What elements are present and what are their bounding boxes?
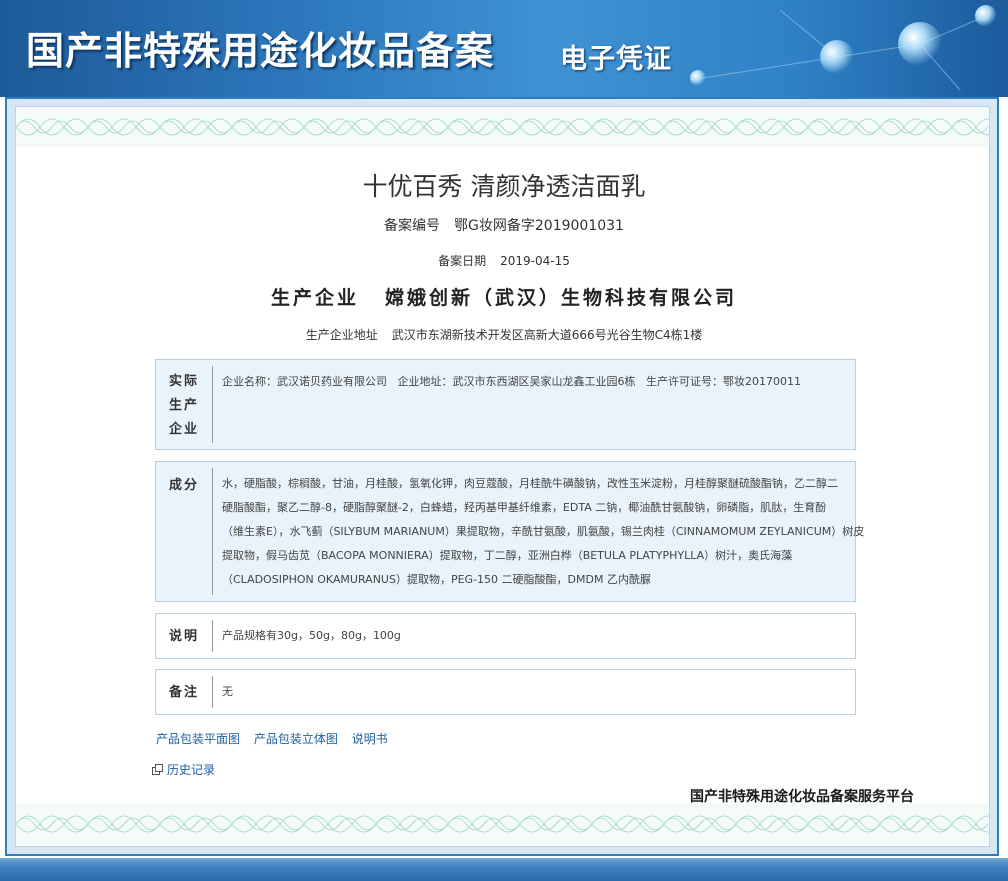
- guilloche-border-top: [16, 107, 989, 147]
- banner-subtitle: 电子凭证: [560, 44, 672, 75]
- record-number-row: 备案编号 鄂G妆网备字2019001031: [0, 215, 1008, 235]
- history-link-label: 历史记录: [167, 763, 216, 777]
- section-divider: [212, 366, 213, 443]
- section-divider: [212, 676, 213, 708]
- 3d-packaging-link[interactable]: 产品包装立体图: [254, 732, 338, 746]
- remarks-label: 备注: [168, 685, 199, 700]
- document-links: 产品包装平面图 产品包装立体图 说明书: [156, 730, 398, 747]
- record-number-value: 鄂G妆网备字2019001031: [454, 218, 624, 234]
- record-date-value: 2019-04-15: [500, 254, 570, 268]
- address-label: 生产企业地址: [305, 328, 378, 342]
- remarks-section: 备注 无: [155, 669, 856, 715]
- history-link[interactable]: 历史记录: [152, 761, 215, 778]
- notes-label: 说明: [168, 629, 199, 644]
- section-divider: [212, 468, 213, 595]
- header-banner: 国产非特殊用途化妆品备案 电子凭证: [0, 0, 1008, 97]
- footer-bar: [0, 858, 1008, 881]
- manual-link[interactable]: 说明书: [352, 732, 388, 746]
- address-value: 武汉市东湖新技术开发区高新大道666号光谷生物C4栋1楼: [391, 328, 703, 342]
- manufacturer-address-row: 生产企业地址 武汉市东湖新技术开发区高新大道666号光谷生物C4栋1楼: [0, 326, 1008, 343]
- banner-title: 国产非特殊用途化妆品备案: [26, 28, 495, 73]
- guilloche-border-bottom: [16, 804, 989, 844]
- ingredients-label: 成分: [168, 478, 199, 493]
- label-line: 生产: [168, 398, 199, 413]
- ingredients-section: 成分 水，硬脂酸，棕榈酸，甘油，月桂酸，氢氧化钾，肉豆蔻酸，月桂酰牛磺酸钠，改性…: [155, 461, 865, 602]
- ingredients-line: （CLADOSIPHON OKAMURANUS）提取物，PEG-150 二硬脂酸…: [222, 573, 651, 586]
- ingredients-line: 水，硬脂酸，棕榈酸，甘油，月桂酸，氢氧化钾，肉豆蔻酸，月桂酰牛磺酸钠，改性玉米淀…: [222, 477, 838, 490]
- manufacturer-label: 生产企业: [270, 287, 359, 309]
- notes-section: 说明 产品规格有30g，50g，80g，100g: [155, 613, 856, 659]
- remarks-text: 无: [222, 685, 233, 698]
- label-line: 企业: [168, 422, 199, 437]
- manufacturer-row: 生产企业 嫦娥创新（武汉）生物科技有限公司: [0, 283, 1008, 310]
- section-divider: [212, 620, 213, 652]
- platform-name: 国产非特殊用途化妆品备案服务平台: [690, 789, 914, 805]
- external-window-icon: [152, 763, 163, 775]
- product-name: 十优百秀 清颜净透洁面乳: [362, 172, 646, 201]
- label-line: 实际: [168, 374, 199, 389]
- actual-manufacturer-section: 实际 生产 企业 企业名称：武汉诺贝药业有限公司 企业地址：武汉市东西湖区吴家山…: [155, 359, 856, 450]
- ingredients-list: 水，硬脂酸，棕榈酸，甘油，月桂酸，氢氧化钾，肉豆蔻酸，月桂酰牛磺酸钠，改性玉米淀…: [222, 472, 865, 592]
- record-date-row: 备案日期 2019-04-15: [0, 252, 1008, 269]
- manufacturer-value: 嫦娥创新（武汉）生物科技有限公司: [385, 287, 738, 309]
- actual-manufacturer-info: 企业名称：武汉诺贝药业有限公司 企业地址：武汉市东西湖区吴家山龙鑫工业园6栋 生…: [222, 375, 801, 388]
- record-number-label: 备案编号: [384, 218, 441, 234]
- actual-manufacturer-label: 实际 生产 企业: [156, 370, 212, 442]
- ingredients-line: （维生素E），水飞蓟（SILYBUM MARIANUM）果提取物，辛酰甘氨酸，肌…: [222, 525, 865, 538]
- ingredients-line: 提取物，假马齿苋（BACOPA MONNIERA）提取物，丁二醇，亚洲白桦（BE…: [222, 549, 793, 562]
- flat-packaging-link[interactable]: 产品包装平面图: [156, 732, 240, 746]
- ingredients-line: 硬脂酸酯，聚乙二醇-8，硬脂醇聚醚-2，白蜂蜡，羟丙基甲基纤维素，EDTA 二钠…: [222, 501, 827, 514]
- notes-text: 产品规格有30g，50g，80g，100g: [222, 629, 401, 642]
- record-date-label: 备案日期: [438, 254, 487, 268]
- molecule-decor-icon: [689, 9, 987, 91]
